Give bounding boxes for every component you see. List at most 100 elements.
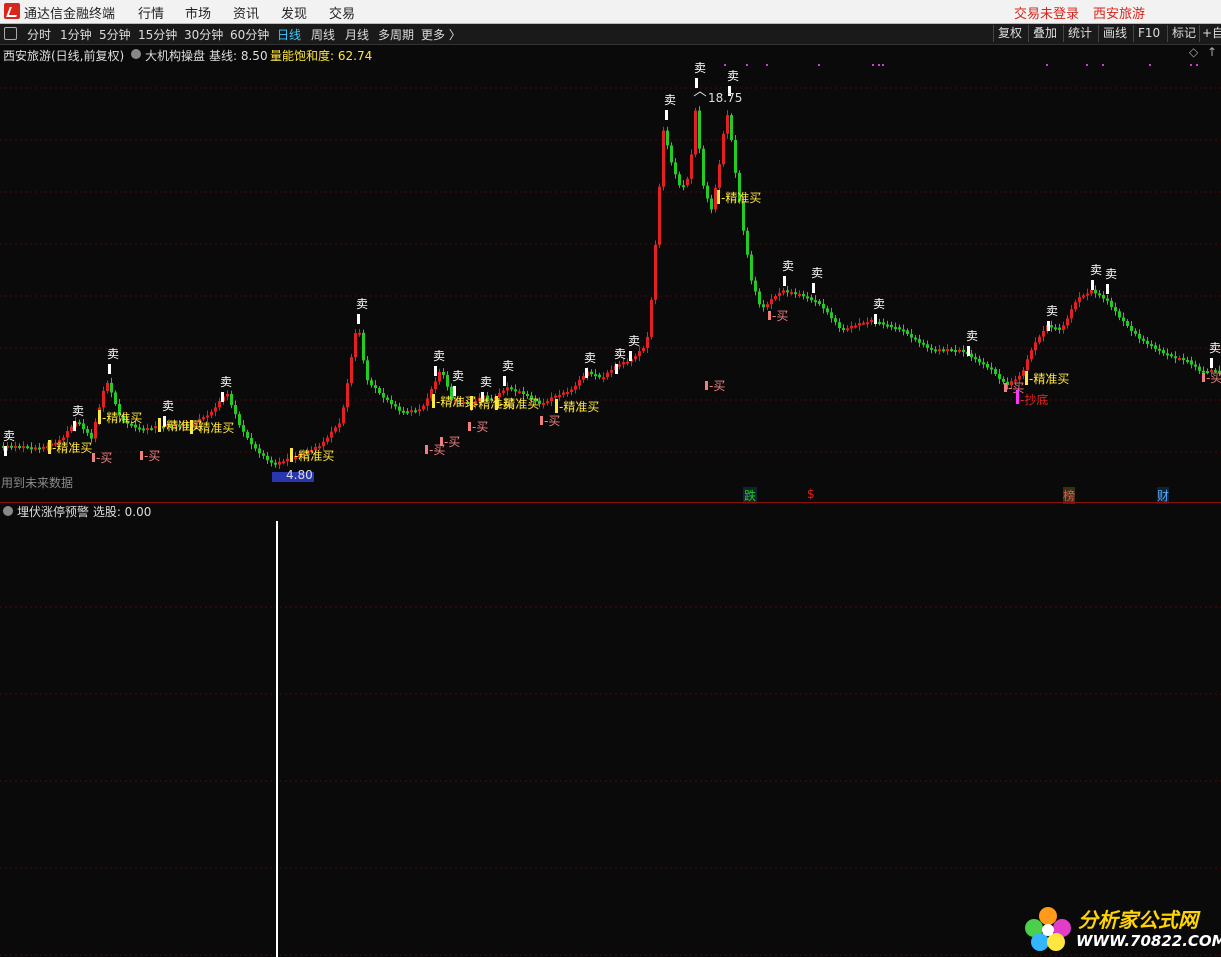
candle-body xyxy=(1178,358,1181,361)
event-dollar[interactable]: $ xyxy=(807,487,815,501)
top-dot xyxy=(882,64,884,66)
candle-body xyxy=(282,461,285,464)
candle-body xyxy=(1018,375,1021,380)
candle-body xyxy=(234,405,237,415)
sell-label: 卖 xyxy=(782,259,794,273)
candle-body xyxy=(1118,311,1121,318)
candle-body xyxy=(1154,345,1157,349)
buy-label: -买 xyxy=(709,379,725,393)
candle-body xyxy=(1034,342,1037,351)
candle-body xyxy=(582,375,585,380)
top-dot xyxy=(1086,64,1088,66)
candle-body xyxy=(1094,289,1097,294)
sell-label: 卖 xyxy=(811,266,823,280)
candle-body xyxy=(862,322,865,325)
candle-body xyxy=(358,332,361,335)
high-price-label: 18.75 xyxy=(708,91,743,105)
candle-body xyxy=(914,337,917,340)
buy-marker xyxy=(468,422,471,431)
candle-body xyxy=(890,324,893,328)
candle-body xyxy=(1150,344,1153,347)
candle-body xyxy=(226,393,229,397)
candle-body xyxy=(262,453,265,456)
candle-body xyxy=(610,370,613,373)
candle-body xyxy=(1142,338,1145,341)
candle-body xyxy=(1074,302,1077,310)
candle-body xyxy=(1158,348,1161,351)
candle-body xyxy=(774,296,777,300)
candle-body xyxy=(918,339,921,343)
candle-body xyxy=(402,410,405,413)
candle-body xyxy=(230,393,233,406)
sell-marker xyxy=(503,376,506,386)
candle-body xyxy=(566,392,569,395)
candle-body xyxy=(834,318,837,323)
sell-label: 卖 xyxy=(72,404,84,418)
candle-body xyxy=(1134,330,1137,334)
candle-body xyxy=(782,290,785,293)
sell-marker xyxy=(967,346,970,356)
sell-label: 卖 xyxy=(502,359,514,373)
candle-body xyxy=(690,154,693,179)
sell-label: 卖 xyxy=(356,297,368,311)
sell-marker xyxy=(874,314,877,324)
candle-body xyxy=(410,410,413,413)
candle-body xyxy=(82,423,85,430)
candle-body xyxy=(542,402,545,405)
candle-body xyxy=(350,357,353,384)
candle-body xyxy=(674,162,677,175)
candle-body xyxy=(942,349,945,352)
sell-marker xyxy=(73,421,76,431)
kline-chart[interactable]: 卖卖卖卖卖卖卖卖 卖卖卖 卖卖卖卖卖卖 卖卖卖卖卖 卖卖-精准买-精准买-精准买-精准买… xyxy=(0,0,1221,502)
candle-body xyxy=(982,362,985,365)
candle-body xyxy=(1186,359,1189,362)
buy-marker xyxy=(440,437,443,446)
candle-body xyxy=(954,350,957,352)
buy-label: -买 xyxy=(772,309,788,323)
buy-label: -买 xyxy=(96,451,112,465)
candle-body xyxy=(594,374,597,377)
candle-body xyxy=(322,441,325,447)
candle-body xyxy=(1070,309,1073,319)
buy-label: -买 xyxy=(1206,371,1221,385)
candle-body xyxy=(714,187,717,210)
buy-marker xyxy=(1202,373,1205,382)
candle-body xyxy=(554,395,557,398)
candle-body xyxy=(202,417,205,420)
candle-body xyxy=(438,371,441,382)
candle-body xyxy=(682,185,685,188)
sell-marker xyxy=(585,368,588,378)
candle-body xyxy=(878,322,881,325)
candle-body xyxy=(562,392,565,395)
candle-body xyxy=(606,372,609,378)
candle-body xyxy=(94,421,97,439)
candle-body xyxy=(550,397,553,402)
buy-label: -买 xyxy=(144,449,160,463)
candle-body xyxy=(1146,340,1149,345)
buy-marker xyxy=(768,311,771,320)
candle-body xyxy=(866,322,869,325)
sell-marker xyxy=(615,364,618,374)
candle-body xyxy=(818,301,821,304)
sub-indicator-chart[interactable] xyxy=(0,503,1221,957)
candle-body xyxy=(702,148,705,186)
candle-body xyxy=(134,424,137,428)
candle-body xyxy=(650,299,653,337)
candle-body xyxy=(146,428,149,431)
candle-body xyxy=(1202,370,1205,373)
candle-body xyxy=(1062,325,1065,330)
candle-body xyxy=(1026,359,1029,371)
candle-body xyxy=(970,353,973,358)
candle-body xyxy=(802,293,805,297)
sell-label: 卖 xyxy=(873,297,885,311)
candle-body xyxy=(558,394,561,397)
candle-body xyxy=(754,280,757,292)
candle-body xyxy=(506,387,509,391)
precise-buy-marker xyxy=(158,418,161,432)
watermark-url: WWW.70822.COM xyxy=(1076,932,1221,950)
candle-body xyxy=(1198,366,1201,371)
candle-body xyxy=(1042,330,1045,337)
candle-body xyxy=(1130,326,1133,331)
candle-body xyxy=(726,115,729,134)
precise-buy-marker xyxy=(290,448,293,462)
